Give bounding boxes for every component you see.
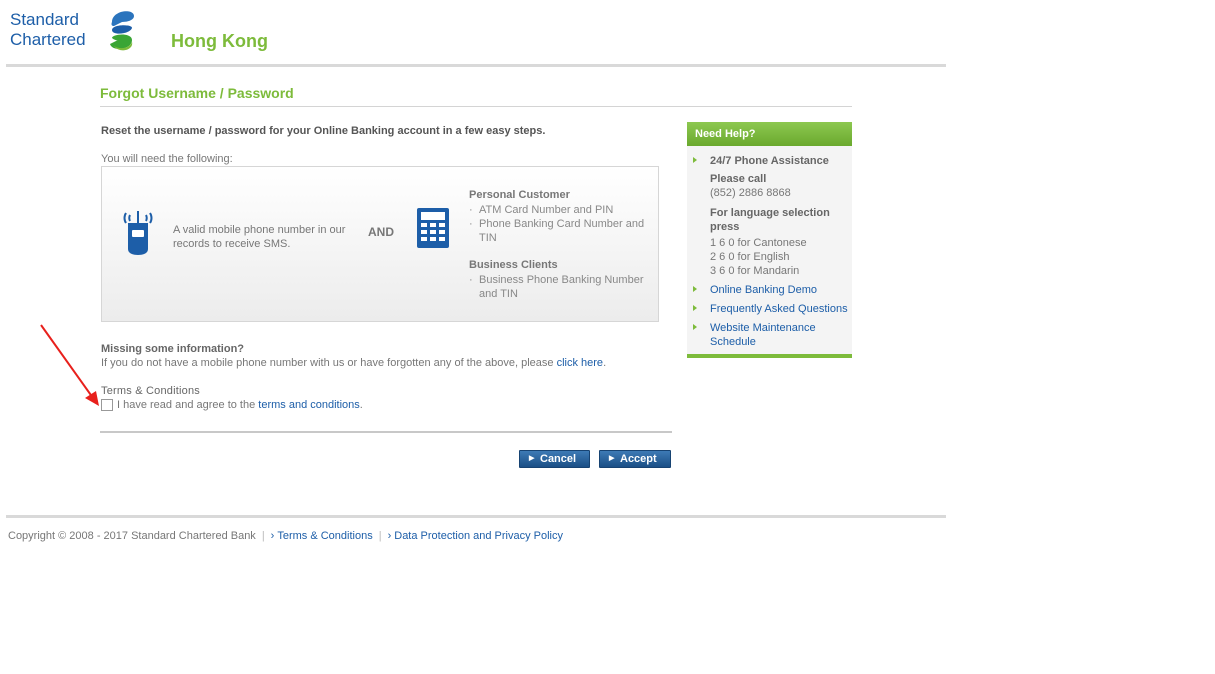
list-item: ATM Card Number and PIN bbox=[469, 203, 649, 217]
intro-text: Reset the username / password for your O… bbox=[101, 125, 546, 137]
header-divider bbox=[6, 64, 946, 67]
bullet-triangle-icon bbox=[693, 324, 697, 330]
terms-checkbox-label: I have read and agree to the bbox=[117, 399, 256, 411]
requirements-label: You will need the following: bbox=[101, 153, 233, 165]
faq-link[interactable]: Frequently Asked Questions bbox=[710, 302, 855, 316]
footer-terms-link[interactable]: Terms & Conditions bbox=[277, 530, 372, 542]
language-option: 2 6 0 for English bbox=[710, 251, 790, 263]
missing-info-text: If you do not have a mobile phone number… bbox=[101, 357, 606, 369]
logo-wordmark: Standard Chartered bbox=[10, 10, 86, 50]
phone-requirement-text: A valid mobile phone number in our recor… bbox=[173, 224, 346, 250]
cancel-label: Cancel bbox=[540, 453, 577, 465]
and-label: AND bbox=[368, 225, 394, 239]
business-clients-heading: Business Clients bbox=[469, 259, 558, 271]
page-title: Forgot Username / Password bbox=[100, 85, 294, 101]
footer-separator: | bbox=[261, 530, 265, 542]
footer-divider bbox=[6, 515, 946, 518]
missing-info-heading: Missing some information? bbox=[101, 343, 245, 355]
title-divider bbox=[100, 106, 852, 107]
please-call-label: Please call bbox=[710, 173, 767, 185]
need-help-panel: Need Help? 24/7 Phone Assistance Please … bbox=[687, 122, 852, 358]
business-clients-block: Business Clients Business Phone Banking … bbox=[469, 259, 649, 301]
online-banking-demo-link[interactable]: Online Banking Demo bbox=[710, 283, 850, 297]
copyright-text: Copyright © 2008 - 2017 Standard Charter… bbox=[8, 530, 256, 542]
cancel-button[interactable]: ▶ Cancel bbox=[519, 450, 590, 468]
footer: Copyright © 2008 - 2017 Standard Charter… bbox=[8, 530, 563, 542]
logo-line-1: Standard bbox=[10, 10, 79, 29]
mobile-phone-icon bbox=[123, 211, 153, 255]
list-item: Business Phone Banking Number and TIN bbox=[469, 273, 649, 301]
missing-info-body: If you do not have a mobile phone number… bbox=[101, 357, 554, 369]
footer-separator: | bbox=[378, 530, 382, 542]
button-arrow-icon: ▶ bbox=[529, 455, 535, 462]
language-option: 1 6 0 for Cantonese bbox=[710, 237, 807, 249]
standard-chartered-logo[interactable]: Standard Chartered bbox=[10, 6, 140, 56]
chevron-right-icon: › bbox=[387, 530, 392, 542]
phone-assistance-title: 24/7 Phone Assistance bbox=[710, 155, 829, 167]
button-divider bbox=[100, 431, 672, 433]
button-arrow-icon: ▶ bbox=[609, 455, 615, 462]
logo-mark-icon bbox=[110, 11, 134, 51]
bullet-triangle-icon bbox=[693, 157, 697, 163]
accept-label: Accept bbox=[620, 453, 657, 465]
logo-line-2: Chartered bbox=[10, 30, 86, 49]
language-option: 3 6 0 for Mandarin bbox=[710, 265, 800, 277]
region-label: Hong Kong bbox=[171, 31, 268, 51]
list-item: Phone Banking Card Number and TIN bbox=[469, 217, 649, 245]
terms-heading: Terms & Conditions bbox=[101, 385, 200, 397]
terms-agreement-row: I have read and agree to the terms and c… bbox=[101, 399, 363, 411]
need-help-heading: Need Help? bbox=[687, 122, 852, 146]
maintenance-schedule-link[interactable]: Website Maintenance Schedule bbox=[710, 321, 830, 349]
requirements-panel: A valid mobile phone number in our recor… bbox=[101, 166, 659, 322]
personal-customer-heading: Personal Customer bbox=[469, 189, 570, 201]
missing-info-suffix: . bbox=[603, 357, 607, 369]
chevron-right-icon: › bbox=[270, 530, 275, 542]
footer-privacy-link[interactable]: Data Protection and Privacy Policy bbox=[394, 530, 563, 542]
accept-button[interactable]: ▶ Accept bbox=[599, 450, 671, 468]
bullet-triangle-icon bbox=[693, 305, 697, 311]
terms-link[interactable]: terms and conditions bbox=[258, 399, 360, 411]
red-arrow-annotation-icon bbox=[40, 324, 99, 406]
calculator-icon bbox=[417, 208, 449, 248]
phone-number: (852) 2886 8868 bbox=[710, 187, 791, 199]
bullet-triangle-icon bbox=[693, 286, 697, 292]
personal-customer-block: Personal Customer ATM Card Number and PI… bbox=[469, 189, 649, 245]
language-selection-title: For language selection press bbox=[710, 207, 830, 233]
click-here-link[interactable]: click here bbox=[557, 357, 603, 369]
terms-suffix: . bbox=[359, 399, 363, 411]
